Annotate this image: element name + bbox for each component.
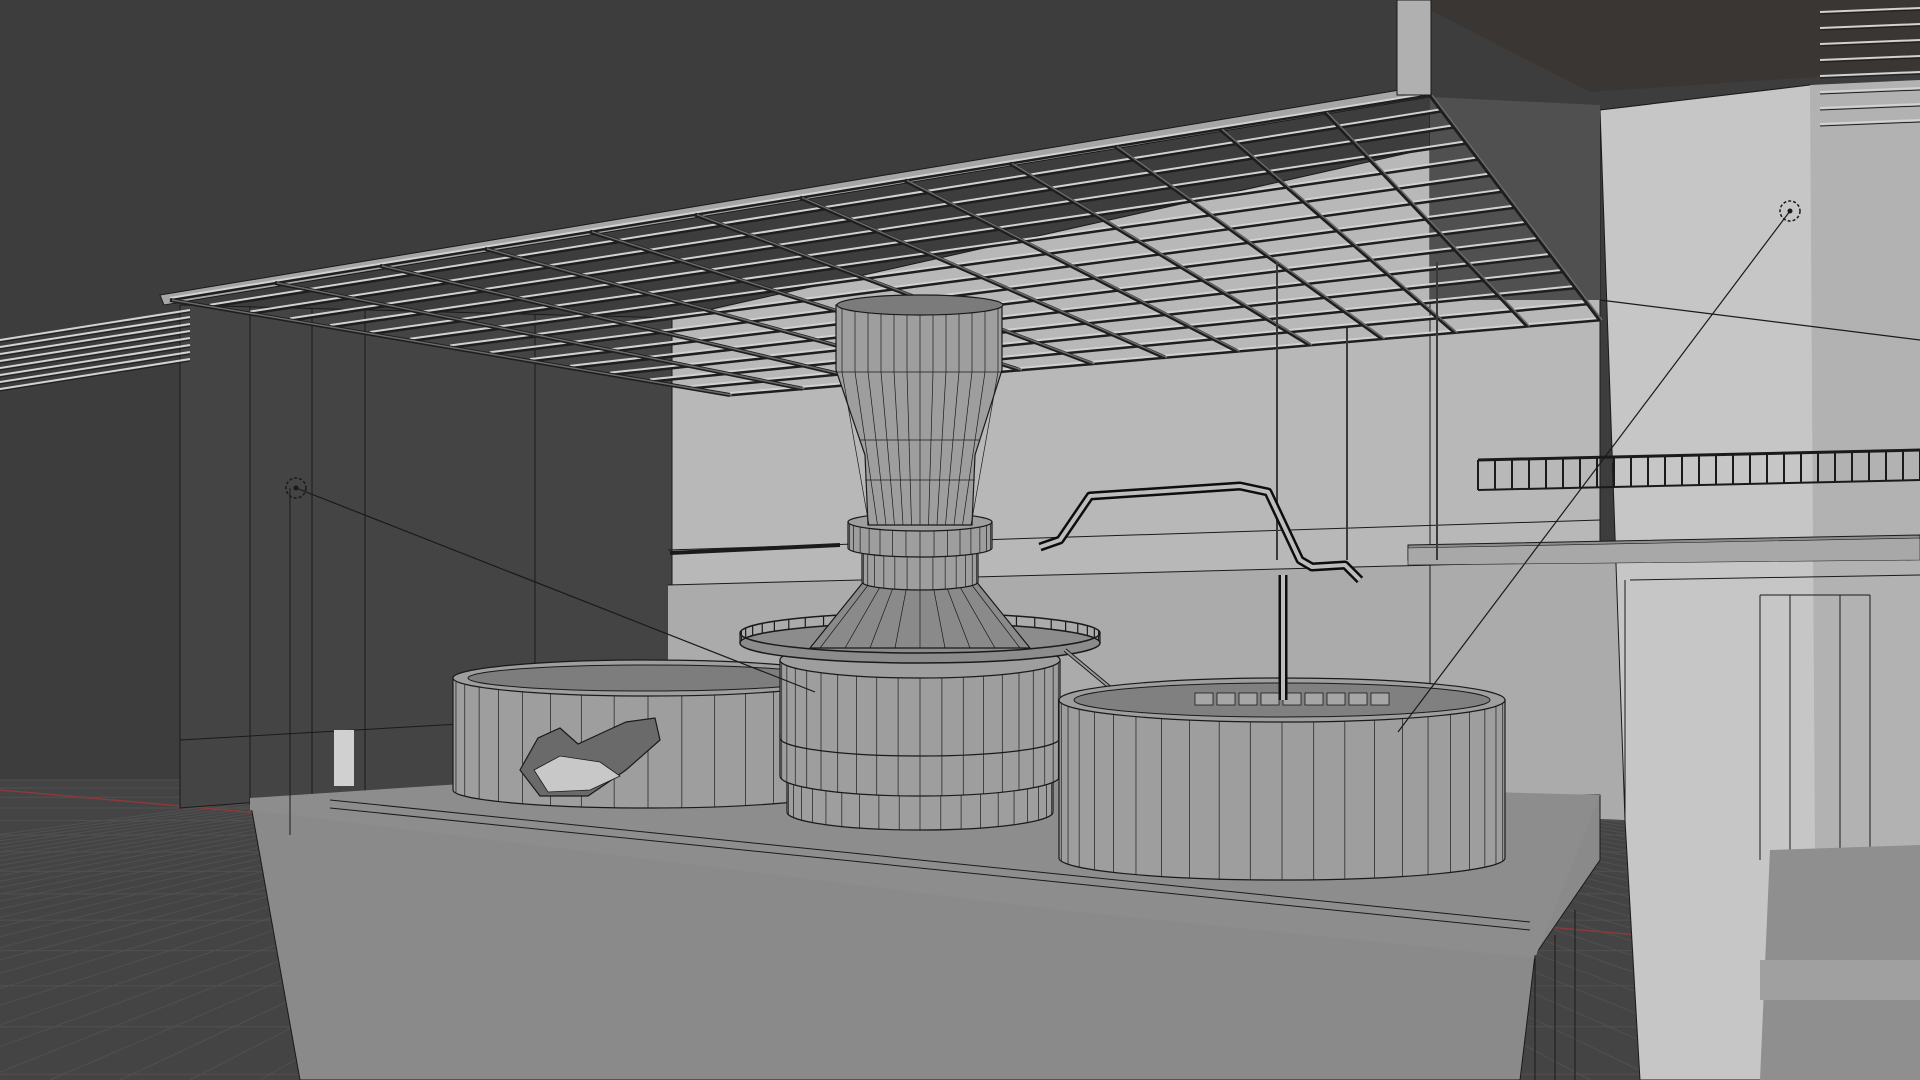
vessel-right[interactable] xyxy=(1058,677,1506,881)
ceiling-column xyxy=(1396,0,1432,96)
right-stair xyxy=(1760,960,1920,1000)
3d-viewport[interactable] xyxy=(0,0,1920,1080)
viewport-scene[interactable] xyxy=(0,0,1920,1080)
left-wall-opening xyxy=(334,730,354,786)
